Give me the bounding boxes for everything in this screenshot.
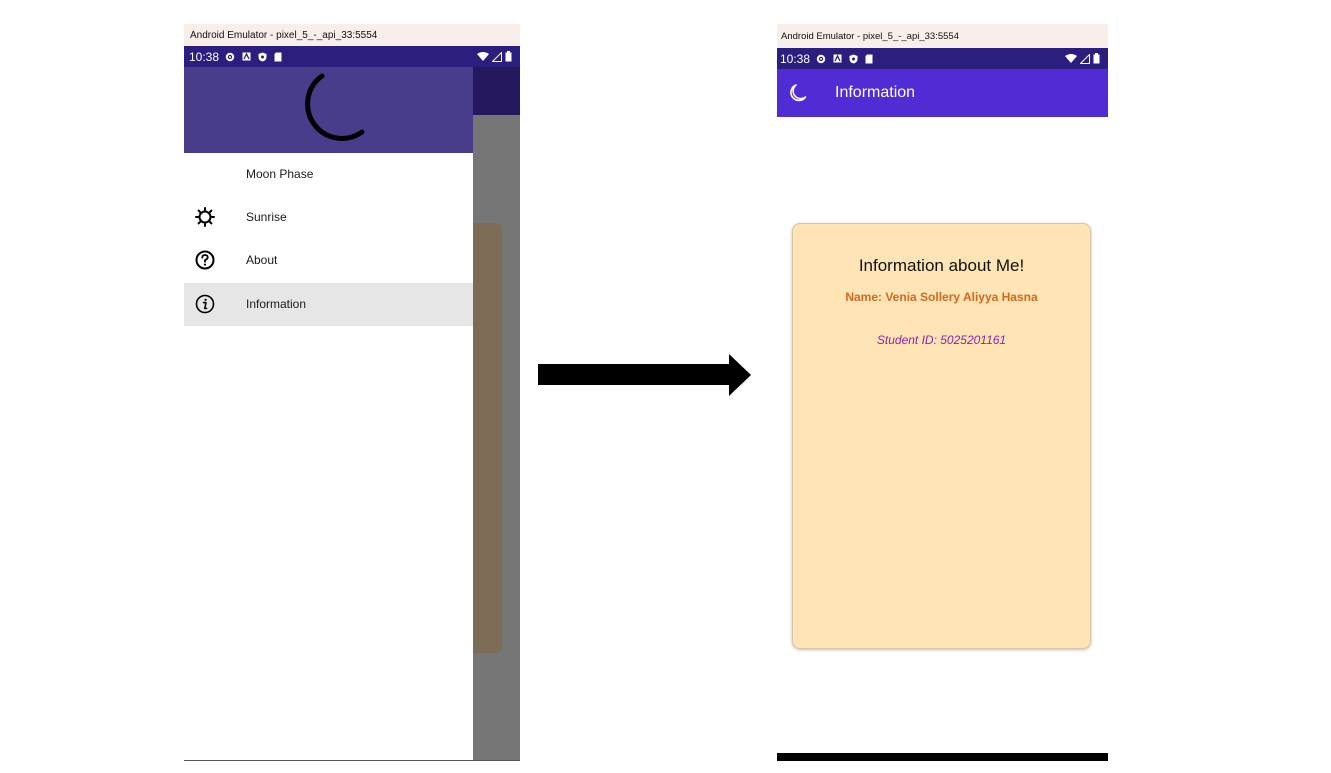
right-arrow-icon	[538, 354, 751, 396]
right-phone: Android Emulator - pixel_5_-_api_33:5554…	[777, 24, 1108, 761]
background-scrim[interactable]	[473, 67, 520, 761]
left-phone: Android Emulator - pixel_5_-_api_33:5554…	[184, 24, 520, 761]
drawer-item-label: About	[246, 253, 278, 267]
drawer-item-moon-phase[interactable]: Moon Phase	[184, 153, 473, 196]
drawer-item-label: Moon Phase	[246, 167, 314, 181]
shield-status-icon	[849, 54, 858, 63]
info-card: Information about Me! Name: Venia Soller…	[792, 223, 1091, 649]
sdcard-status-icon	[274, 52, 282, 61]
page-title: Information	[835, 84, 916, 101]
student-id: Student ID: 5025201161	[876, 333, 1007, 347]
moon-icon[interactable]	[787, 83, 807, 103]
shield-status-icon	[258, 52, 267, 61]
student-name: Name: Venia Sollery Aliyya Hasna	[845, 290, 1038, 304]
emulator-title: Android Emulator - pixel_5_-_api_33:5554	[190, 29, 378, 41]
signal-status-icon	[1080, 53, 1090, 64]
moon-icon	[305, 73, 365, 141]
drawer-header	[184, 67, 473, 153]
emulator-title-bar: Android Emulator - pixel_5_-_api_33:5554	[184, 24, 520, 46]
wifi-status-icon	[477, 51, 489, 61]
drawer-item-label: Sunrise	[246, 210, 287, 224]
info-circle-icon	[195, 294, 215, 314]
drawer-item-sunrise[interactable]: Sunrise	[184, 196, 473, 239]
a-status-icon	[833, 54, 842, 63]
status-bar: 10:38	[184, 46, 520, 67]
a-status-icon	[242, 52, 251, 61]
emulator-title-bar: Android Emulator - pixel_5_-_api_33:5554	[777, 24, 1108, 48]
status-bar: 10:38	[777, 48, 1108, 69]
wifi-status-icon	[1065, 53, 1077, 63]
background-app-bar	[473, 67, 520, 115]
drawer-item-about[interactable]: About	[184, 239, 473, 282]
app-bar: Information	[777, 69, 1108, 117]
navigation-bar	[777, 753, 1108, 761]
question-circle-icon	[195, 250, 215, 270]
signal-status-icon	[492, 51, 502, 62]
status-time: 10:38	[780, 51, 811, 66]
navigation-drawer: Moon Phase Sunrise About Information	[184, 67, 473, 761]
settings-status-icon	[225, 52, 235, 61]
sun-icon	[195, 207, 215, 227]
background-card	[473, 223, 502, 653]
sdcard-status-icon	[865, 54, 873, 63]
card-title: Information about Me!	[858, 256, 1025, 275]
status-time: 10:38	[189, 49, 220, 64]
battery-status-icon	[505, 51, 512, 62]
settings-status-icon	[816, 54, 826, 63]
drawer-item-label: Information	[246, 297, 307, 311]
left-phone-bottom-edge	[184, 760, 520, 761]
drawer-item-information[interactable]: Information	[184, 283, 473, 326]
battery-status-icon	[1093, 53, 1100, 64]
emulator-title: Android Emulator - pixel_5_-_api_33:5554	[781, 30, 959, 42]
